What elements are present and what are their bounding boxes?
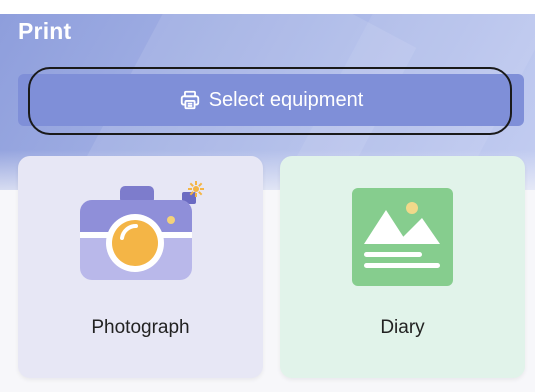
photograph-label: Photograph [91, 317, 190, 338]
diary-label: Diary [380, 317, 425, 338]
printer-icon [180, 90, 199, 110]
select-equipment-button[interactable]: Select equipment [18, 74, 524, 126]
print-screen: Print Select equipment Photograph Diary [0, 0, 535, 392]
top-strip [0, 0, 535, 14]
image-document-icon [352, 188, 453, 286]
photograph-card[interactable]: Photograph [18, 156, 263, 378]
camera-icon [80, 181, 204, 280]
diary-card[interactable]: Diary [280, 156, 525, 378]
page-title: Print [18, 18, 72, 44]
select-equipment-label: Select equipment [208, 88, 364, 111]
